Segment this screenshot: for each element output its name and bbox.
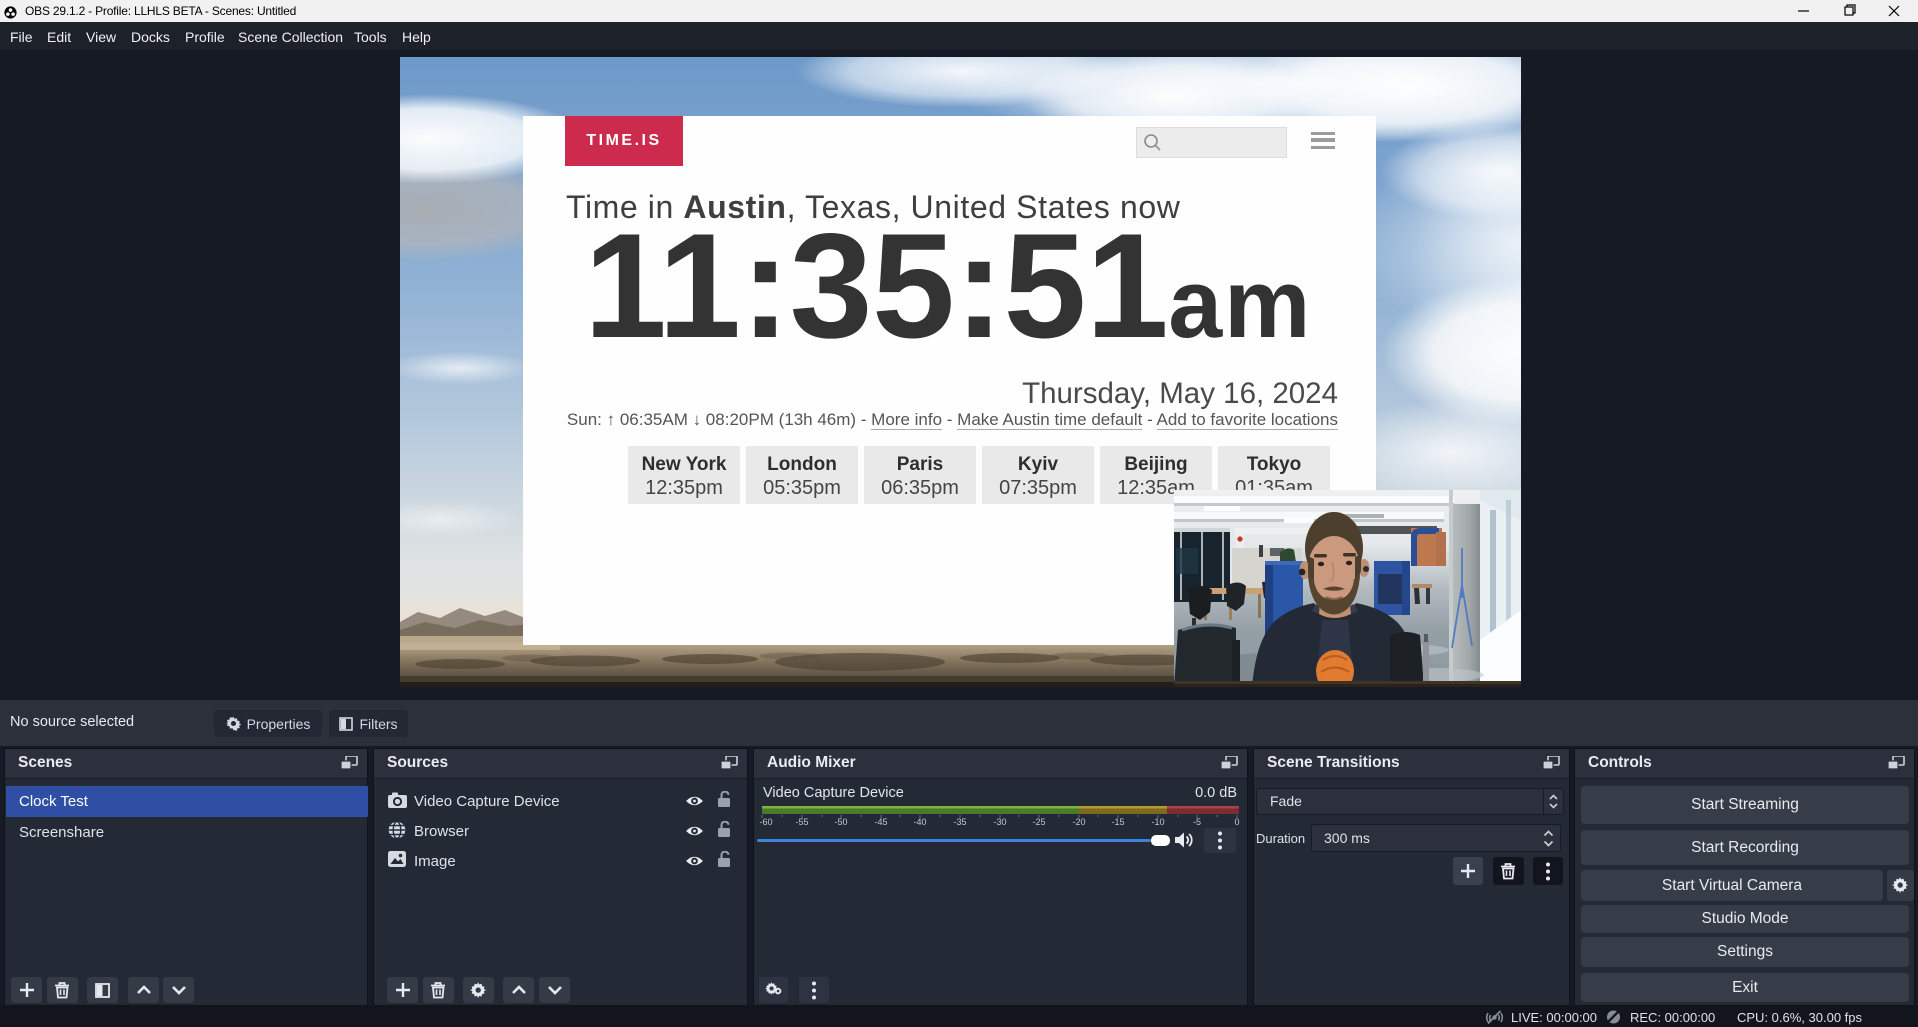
svg-text:-50: -50 xyxy=(834,817,847,827)
svg-text:-30: -30 xyxy=(993,817,1006,827)
svg-text:-25: -25 xyxy=(1032,817,1045,827)
svg-text:-10: -10 xyxy=(1151,817,1164,827)
svg-text:0: 0 xyxy=(1234,817,1239,827)
svg-text:-60: -60 xyxy=(759,817,772,827)
svg-text:-15: -15 xyxy=(1111,817,1124,827)
svg-text:-40: -40 xyxy=(913,817,926,827)
svg-text:-45: -45 xyxy=(874,817,887,827)
svg-text:-35: -35 xyxy=(953,817,966,827)
svg-text:-5: -5 xyxy=(1193,817,1201,827)
svg-text:-55: -55 xyxy=(795,817,808,827)
svg-text:-20: -20 xyxy=(1072,817,1085,827)
